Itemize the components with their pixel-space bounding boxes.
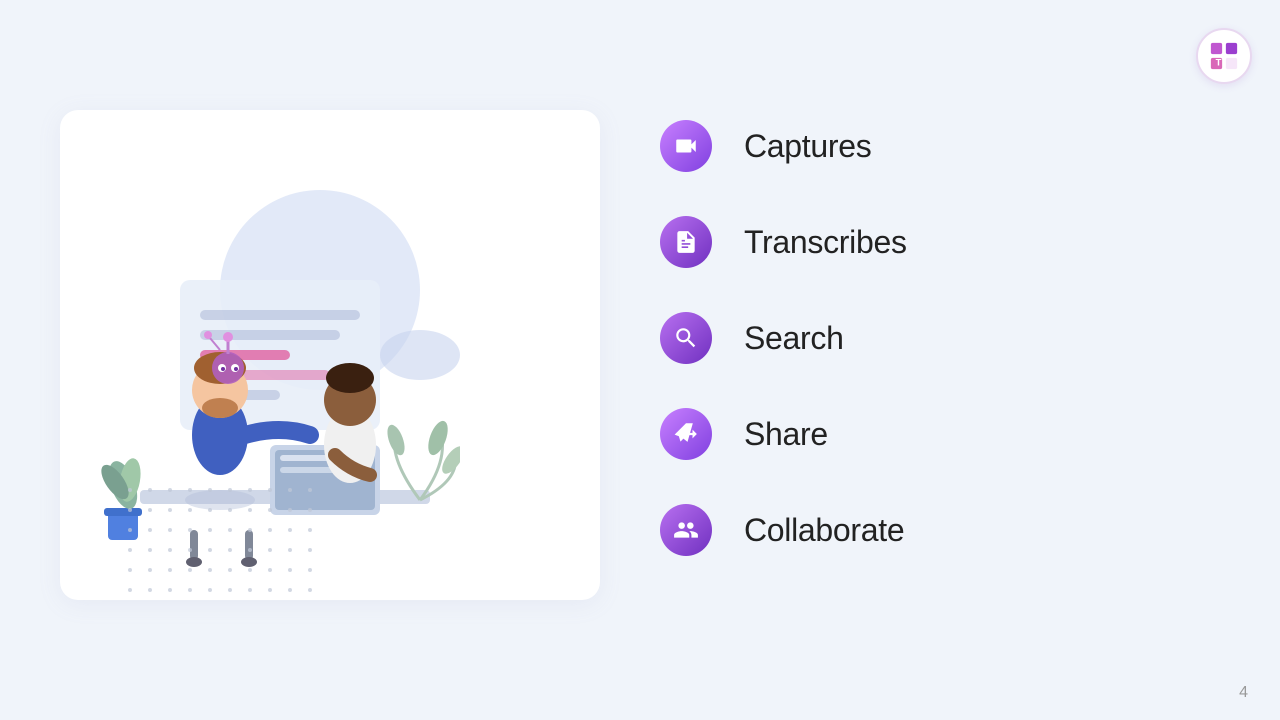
search-icon-circle <box>660 312 712 364</box>
dot-grid <box>120 480 320 600</box>
page-number: 4 <box>1239 684 1248 702</box>
feature-list: Captures Transcribes Search Sha <box>660 120 907 556</box>
video-icon <box>673 133 699 159</box>
logo-circle: T <box>1196 28 1252 84</box>
collaborate-label: Collaborate <box>744 512 904 549</box>
trint-logo-icon: T <box>1209 41 1239 71</box>
feature-item-transcribes: Transcribes <box>660 216 907 268</box>
share-icon <box>673 421 699 447</box>
captures-label: Captures <box>744 128 871 165</box>
feature-item-collaborate: Collaborate <box>660 504 907 556</box>
captures-icon-circle <box>660 120 712 172</box>
transcribes-label: Transcribes <box>744 224 907 261</box>
transcribes-icon-circle <box>660 216 712 268</box>
users-icon <box>673 517 699 543</box>
feature-item-search: Search <box>660 312 907 364</box>
document-icon <box>673 229 699 255</box>
svg-text:T: T <box>1216 57 1222 67</box>
feature-item-captures: Captures <box>660 120 907 172</box>
collaborate-icon-circle <box>660 504 712 556</box>
share-icon-circle <box>660 408 712 460</box>
search-label: Search <box>744 320 844 357</box>
illustration-card <box>60 110 600 600</box>
share-label: Share <box>744 416 828 453</box>
search-icon <box>673 325 699 351</box>
feature-item-share: Share <box>660 408 907 460</box>
